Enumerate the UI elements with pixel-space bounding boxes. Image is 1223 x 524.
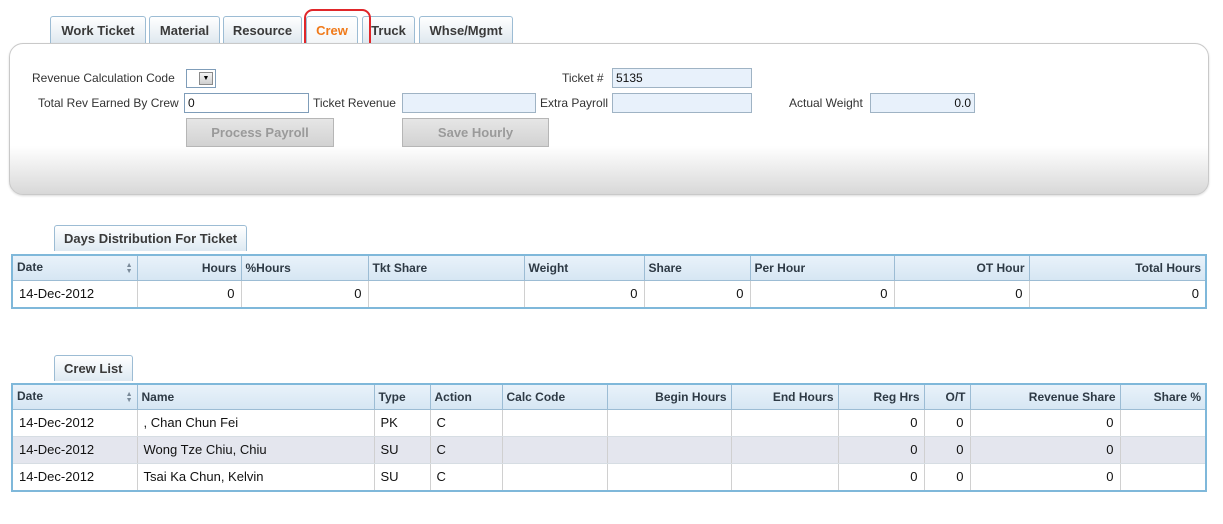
tab-material[interactable]: Material — [149, 16, 220, 43]
cell-ot: 0 — [924, 409, 971, 437]
cell-type: SU — [374, 463, 431, 490]
column-header-ot-hour[interactable]: OT Hour — [894, 256, 1030, 281]
column-header-share[interactable]: Share — [644, 256, 751, 281]
column-header-action[interactable]: Action — [430, 385, 503, 410]
cell-revenue-share: 0 — [970, 463, 1121, 490]
tab-resource[interactable]: Resource — [223, 16, 302, 43]
cell-date: 14-Dec-2012 — [13, 280, 138, 307]
cell-action: C — [430, 409, 503, 437]
cell-date: 14-Dec-2012 — [13, 463, 138, 490]
cell-ot: 0 — [924, 436, 971, 464]
cell-share-pct — [1120, 409, 1205, 437]
cell-date: 14-Dec-2012 — [13, 436, 138, 464]
days-distribution-header-row: Date ▲ ▼ Hours %Hours Tkt Share Weight Sha… — [13, 256, 1205, 281]
cell-begin-hours — [607, 436, 732, 464]
cell-end-hours — [731, 409, 839, 437]
actual-weight-label: Actual Weight — [789, 96, 863, 110]
column-header-revenue-share[interactable]: Revenue Share — [970, 385, 1121, 410]
extra-payroll-label: Extra Payroll — [540, 96, 609, 110]
revenue-calc-code-select[interactable]: ▼ — [186, 69, 216, 88]
process-payroll-button[interactable]: Process Payroll — [186, 118, 334, 147]
ticket-number-field[interactable] — [612, 68, 752, 88]
tab-truck[interactable]: Truck — [362, 16, 415, 43]
cell-revenue-share: 0 — [970, 409, 1121, 437]
column-header-per-hour[interactable]: Per Hour — [750, 256, 895, 281]
cell-calc-code — [502, 463, 608, 490]
total-rev-label: Total Rev Earned By Crew — [38, 96, 179, 110]
cell-name: Wong Tze Chiu, Chiu — [137, 436, 375, 464]
tab-whse-mgmt[interactable]: Whse/Mgmt — [419, 16, 513, 43]
column-header-end-hours[interactable]: End Hours — [731, 385, 839, 410]
cell-per-hour: 0 — [750, 280, 895, 307]
actual-weight-field[interactable] — [870, 93, 975, 113]
cell-calc-code — [502, 409, 608, 437]
cell-calc-code — [502, 436, 608, 464]
cell-type: PK — [374, 409, 431, 437]
column-header-tkt-share[interactable]: Tkt Share — [368, 256, 525, 281]
column-header-reg-hrs[interactable]: Reg Hrs — [838, 385, 925, 410]
cell-name: , Chan Chun Fei — [137, 409, 375, 437]
column-header-calc-code[interactable]: Calc Code — [502, 385, 608, 410]
column-header-name[interactable]: Name — [137, 385, 375, 410]
cell-ot-hour: 0 — [894, 280, 1030, 307]
crew-list-header-row: Date ▲ ▼ Name Type Action Calc Code Begin … — [13, 385, 1205, 410]
cell-share: 0 — [644, 280, 751, 307]
column-header-total-hours[interactable]: Total Hours — [1029, 256, 1205, 281]
extra-payroll-field[interactable] — [612, 93, 752, 113]
cell-reg-hrs: 0 — [838, 409, 925, 437]
cell-tkt-share — [368, 280, 525, 307]
tab-work-ticket[interactable]: Work Ticket — [50, 16, 146, 43]
cell-share-pct — [1120, 436, 1205, 464]
cell-share-pct — [1120, 463, 1205, 490]
tab-crew[interactable]: Crew — [306, 16, 358, 43]
cell-ot: 0 — [924, 463, 971, 490]
sort-icon[interactable]: ▲ ▼ — [126, 391, 133, 404]
cell-action: C — [430, 463, 503, 490]
column-header-begin-hours[interactable]: Begin Hours — [607, 385, 732, 410]
cell-pct-hours: 0 — [241, 280, 369, 307]
cell-date: 14-Dec-2012 — [13, 409, 138, 437]
cell-begin-hours — [607, 409, 732, 437]
sort-icon[interactable]: ▲ ▼ — [126, 262, 133, 275]
cell-hours: 0 — [137, 280, 242, 307]
table-row[interactable]: 14-Dec-2012 Tsai Ka Chun, Kelvin SU C 0 … — [13, 463, 1205, 490]
crew-list-grid: Date ▲ ▼ Name Type Action Calc Code Begin … — [11, 383, 1207, 492]
ticket-number-label: Ticket # — [562, 71, 604, 85]
column-header-share-pct[interactable]: Share % — [1120, 385, 1205, 410]
ticket-revenue-field[interactable] — [402, 93, 536, 113]
crew-list-tab[interactable]: Crew List — [54, 355, 133, 381]
ticket-revenue-label: Ticket Revenue — [313, 96, 396, 110]
cell-end-hours — [731, 463, 839, 490]
cell-name: Tsai Ka Chun, Kelvin — [137, 463, 375, 490]
cell-reg-hrs: 0 — [838, 463, 925, 490]
column-header-weight[interactable]: Weight — [524, 256, 645, 281]
cell-type: SU — [374, 436, 431, 464]
days-distribution-tab[interactable]: Days Distribution For Ticket — [54, 225, 248, 251]
cell-begin-hours — [607, 463, 732, 490]
total-rev-field[interactable] — [184, 93, 309, 113]
chevron-down-icon[interactable]: ▼ — [199, 72, 213, 85]
cell-weight: 0 — [524, 280, 645, 307]
column-header-ot[interactable]: O/T — [924, 385, 971, 410]
save-hourly-button[interactable]: Save Hourly — [402, 118, 549, 147]
column-header-hours[interactable]: Hours — [137, 256, 242, 281]
cell-reg-hrs: 0 — [838, 436, 925, 464]
cell-total-hours: 0 — [1191, 286, 1199, 302]
table-row[interactable]: 14-Dec-2012 Wong Tze Chiu, Chiu SU C 0 0… — [13, 436, 1205, 464]
table-row[interactable]: 14-Dec-2012 0 0 0 0 0 0 0 — [13, 280, 1205, 307]
column-header-date[interactable]: Date ▲ ▼ — [13, 385, 138, 410]
cell-revenue-share: 0 — [970, 436, 1121, 464]
days-distribution-grid: Date ▲ ▼ Hours %Hours Tkt Share Weight Sha… — [11, 254, 1207, 309]
column-header-type[interactable]: Type — [374, 385, 431, 410]
revenue-calc-code-label: Revenue Calculation Code — [32, 71, 175, 85]
cell-action: C — [430, 436, 503, 464]
cell-end-hours — [731, 436, 839, 464]
table-row[interactable]: 14-Dec-2012 , Chan Chun Fei PK C 0 0 0 — [13, 409, 1205, 437]
column-header-date[interactable]: Date ▲ ▼ — [13, 256, 138, 281]
column-header-pct-hours[interactable]: %Hours — [241, 256, 369, 281]
